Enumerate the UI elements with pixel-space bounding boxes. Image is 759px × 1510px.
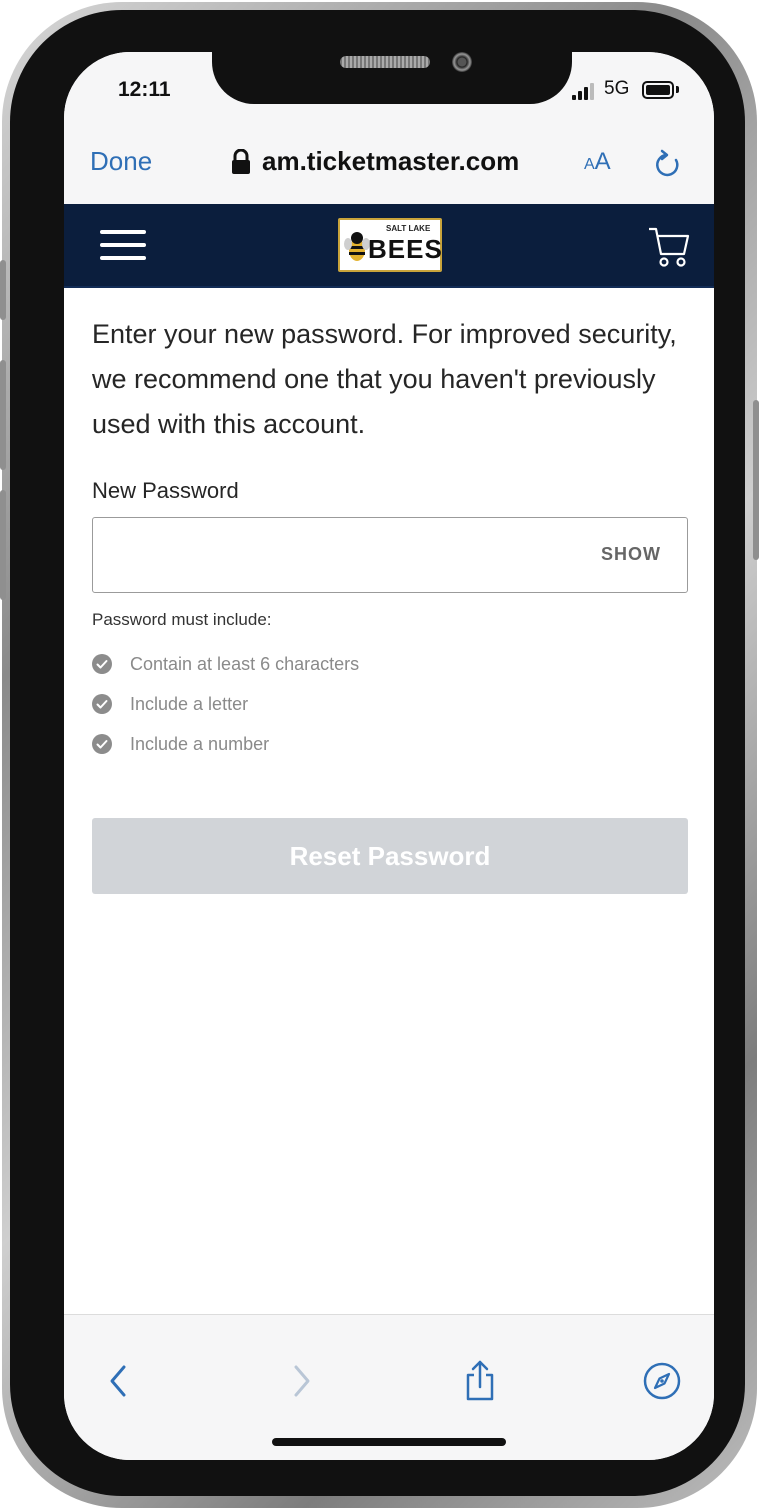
- text-size-big-label: A: [594, 148, 611, 175]
- compass-icon[interactable]: [642, 1359, 682, 1403]
- requirement-text: Contain at least 6 characters: [130, 653, 360, 674]
- lock-icon: [232, 148, 250, 174]
- forward-icon[interactable]: [280, 1359, 320, 1403]
- requirements-title: Password must include:: [92, 610, 272, 629]
- reset-password-button[interactable]: Reset Password: [92, 818, 688, 894]
- battery-icon: [642, 81, 674, 99]
- signal-icon: [572, 82, 596, 100]
- done-button[interactable]: Done: [90, 146, 152, 177]
- requirement-text: Include a letter: [130, 693, 249, 714]
- bees-logo[interactable]: SALT LAKE BEES: [338, 218, 442, 272]
- requirement-item: Include a number: [92, 724, 359, 764]
- browser-bar: Done am.ticketmaster.com AA: [64, 136, 714, 204]
- reload-icon[interactable]: [652, 148, 684, 180]
- cart-icon[interactable]: [646, 224, 692, 270]
- intro-text: Enter your new password. For improved se…: [92, 319, 677, 439]
- power-button: [753, 400, 759, 560]
- notch: [212, 52, 572, 104]
- show-password-button[interactable]: SHOW: [601, 544, 661, 565]
- hamburger-menu-icon[interactable]: [100, 230, 146, 262]
- screen: 12:11 5G Done am.ticketmaster.com AA SAL…: [64, 52, 714, 1460]
- requirement-text: Include a number: [130, 733, 270, 754]
- check-circle-icon: [92, 694, 112, 714]
- front-camera: [452, 52, 472, 72]
- requirement-item: Contain at least 6 characters: [92, 644, 359, 684]
- back-icon[interactable]: [100, 1359, 140, 1403]
- check-circle-icon: [92, 734, 112, 754]
- text-size-small-label: A: [584, 156, 595, 173]
- url-text: am.ticketmaster.com: [262, 146, 520, 176]
- network-type: 5G: [604, 78, 630, 99]
- status-time: 12:11: [118, 78, 171, 101]
- text-size-button[interactable]: AA: [584, 148, 611, 176]
- volume-down-button: [0, 490, 6, 600]
- status-bar: 12:11 5G: [64, 52, 714, 136]
- new-password-input[interactable]: SHOW: [92, 517, 688, 593]
- volume-up-button: [0, 360, 6, 470]
- share-icon[interactable]: [460, 1359, 500, 1403]
- bee-mascot-icon: [344, 232, 370, 261]
- logo-big-text: BEES: [368, 234, 443, 264]
- requirement-item: Include a letter: [92, 684, 359, 724]
- battery-cap: [676, 86, 679, 93]
- requirements-list: Contain at least 6 characters Include a …: [92, 644, 359, 764]
- address-bar[interactable]: am.ticketmaster.com: [230, 146, 519, 177]
- site-header: SALT LAKE BEES: [64, 204, 714, 288]
- home-indicator: [272, 1438, 506, 1446]
- logo-small-text: SALT LAKE: [386, 224, 431, 233]
- check-circle-icon: [92, 654, 112, 674]
- speaker-grille: [340, 56, 430, 68]
- new-password-label: New Password: [92, 478, 239, 503]
- mute-switch: [0, 260, 6, 320]
